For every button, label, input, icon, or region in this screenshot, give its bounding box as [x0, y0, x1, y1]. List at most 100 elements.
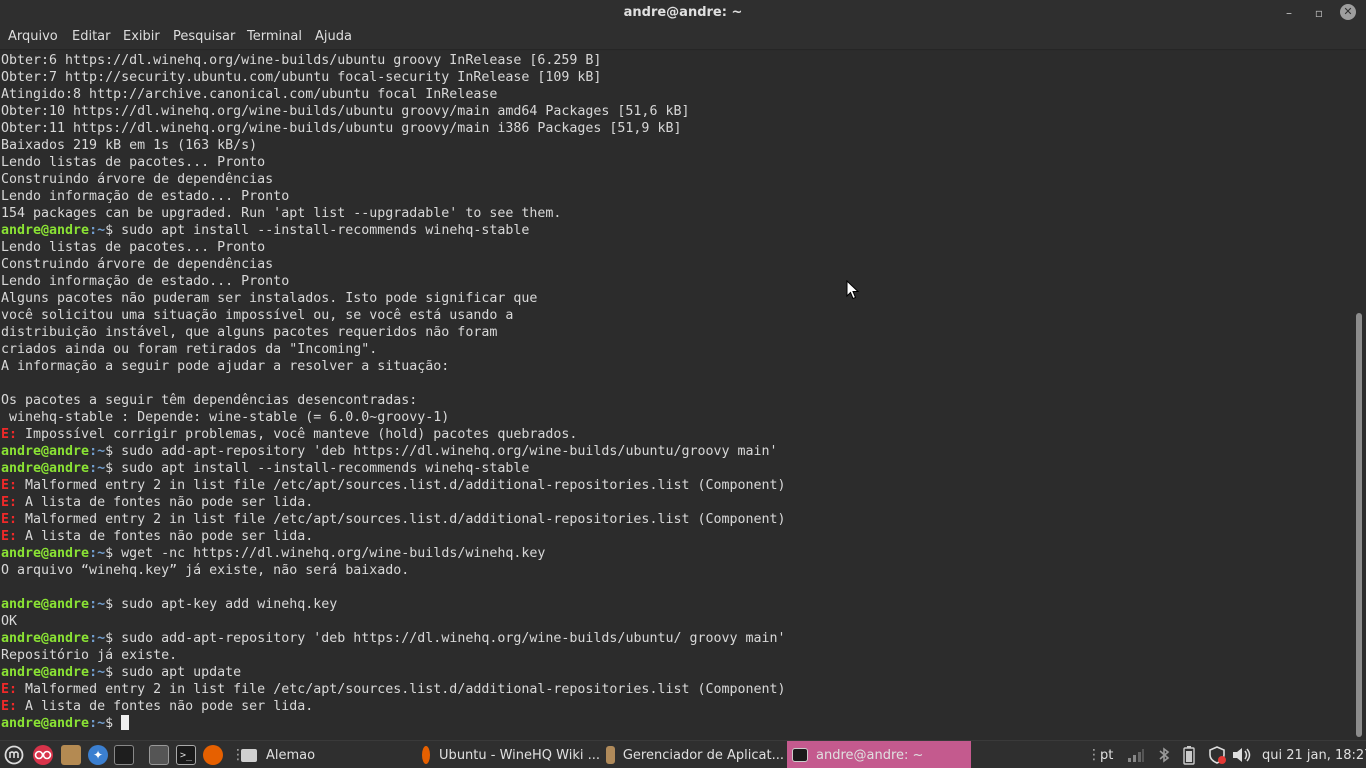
mouse-pointer-icon: [846, 280, 860, 300]
software-manager-icon: [606, 746, 615, 764]
task-terminal-active[interactable]: andre@andre: ~: [787, 741, 971, 768]
terminal-line: andre@andre:~$ wget -nc https://dl.wineh…: [1, 546, 545, 561]
terminal-output[interactable]: Obter:6 https://dl.winehq.org/wine-build…: [0, 51, 1352, 740]
network-indicator[interactable]: [1127, 744, 1145, 766]
text-cursor: [121, 715, 130, 730]
terminal-line: E: A lista de fontes não pode ser lida.: [1, 529, 313, 544]
command-text: sudo apt install --install-recommends wi…: [113, 461, 530, 476]
terminal-line: andre@andre:~$ sudo add-apt-repository '…: [1, 631, 786, 646]
launcher-terminal[interactable]: [114, 744, 134, 766]
terminal-scrollbar[interactable]: [1352, 51, 1366, 740]
bluetooth-icon: [1159, 747, 1170, 763]
quicklaunch-terminal[interactable]: >_: [176, 744, 196, 766]
launcher-files[interactable]: [61, 744, 81, 766]
maximize-button[interactable]: ▫: [1310, 4, 1328, 22]
folder-icon: [61, 745, 81, 765]
menu-pesquisar[interactable]: Pesquisar: [173, 29, 235, 44]
terminal-line: Construindo árvore de dependências: [1, 257, 274, 272]
terminal-line: distribuição instável, que alguns pacote…: [1, 325, 498, 340]
taskbar-separator: ⋮: [231, 747, 245, 763]
command-text: [113, 716, 121, 731]
prompt-path: :~: [89, 223, 106, 238]
terminal-line: Construindo árvore de dependências: [1, 172, 274, 187]
terminal-icon: >_: [176, 745, 196, 765]
prompt-path: :~: [89, 716, 106, 731]
terminal-line: Atingido:8 http://archive.canonical.com/…: [1, 87, 498, 102]
menu-exibir[interactable]: Exibir: [123, 29, 160, 44]
firefox-icon: [203, 745, 223, 765]
command-text: sudo apt update: [113, 665, 242, 680]
terminal-line: A informação a seguir pode ajudar a reso…: [1, 359, 450, 374]
window-titlebar[interactable]: andre@andre: ~ – ▫ ✕: [0, 0, 1366, 26]
window-title: andre@andre: ~: [623, 5, 743, 20]
error-prefix: E:: [1, 427, 18, 442]
menu-terminal[interactable]: Terminal: [247, 29, 302, 44]
prompt-user: andre@andre: [1, 461, 90, 476]
prompt-symbol: $: [105, 546, 114, 561]
terminal-line: andre@andre:~$ sudo apt install --instal…: [1, 461, 529, 476]
close-button[interactable]: ✕: [1340, 4, 1356, 20]
start-menu-button[interactable]: [4, 744, 24, 766]
clock-label: qui 21 jan, 18:27: [1262, 747, 1366, 763]
error-text: Impossível corrigir problemas, você mant…: [17, 427, 578, 442]
prompt-path: :~: [89, 597, 106, 612]
firefox-icon: [422, 746, 431, 764]
terminal-line: andre@andre:~$: [1, 715, 130, 731]
terminal-line: você solicitou uma situação impossível o…: [1, 308, 514, 323]
error-prefix: E:: [1, 512, 18, 527]
update-manager-indicator[interactable]: [1207, 744, 1227, 766]
terminal-line: E: Malformed entry 2 in list file /etc/a…: [1, 478, 786, 493]
taskbar: ✦ >_ ⋮ Alemao Ubuntu - WineHQ Wiki ... G…: [0, 740, 1366, 768]
menu-arquivo[interactable]: Arquivo: [8, 29, 58, 44]
task-label: andre@andre: ~: [816, 747, 924, 763]
error-prefix: E:: [1, 682, 18, 697]
prompt-symbol: $: [105, 223, 114, 238]
prompt-symbol: $: [105, 444, 114, 459]
terminal-line: Obter:11 https://dl.winehq.org/wine-buil…: [1, 121, 682, 136]
terminal-line: E: Malformed entry 2 in list file /etc/a…: [1, 682, 786, 697]
terminal-line: Obter:7 http://security.ubuntu.com/ubunt…: [1, 70, 602, 85]
error-text: Malformed entry 2 in list file /etc/apt/…: [17, 478, 786, 493]
tray-separator: ⋮: [1087, 747, 1101, 763]
quicklaunch-firefox[interactable]: [203, 744, 223, 766]
launcher-flickr[interactable]: [33, 744, 53, 766]
terminal-line: Lendo listas de pacotes... Pronto: [1, 240, 266, 255]
task-wine-wiki[interactable]: Ubuntu - WineHQ Wiki ...: [422, 744, 600, 766]
error-prefix: E:: [1, 478, 18, 493]
command-text: wget -nc https://dl.winehq.org/wine-buil…: [113, 546, 546, 561]
terminal-line: Os pacotes a seguir têm dependências des…: [1, 393, 418, 408]
keyboard-layout-indicator[interactable]: pt: [1100, 744, 1113, 766]
error-text: A lista de fontes não pode ser lida.: [17, 495, 314, 510]
show-desktop-button[interactable]: [149, 744, 169, 766]
terminal-line: andre@andre:~$ sudo apt install --instal…: [1, 223, 529, 238]
prompt-symbol: $: [105, 597, 114, 612]
launcher-browser[interactable]: ✦: [88, 744, 108, 766]
terminal-line: winehq-stable : Depende: wine-stable (= …: [1, 410, 450, 425]
terminal-line: andre@andre:~$ sudo apt update: [1, 665, 241, 680]
volume-indicator[interactable]: [1231, 744, 1253, 766]
prompt-path: :~: [89, 665, 106, 680]
task-software-manager[interactable]: Gerenciador de Aplicat...: [606, 744, 784, 766]
battery-indicator[interactable]: [1183, 744, 1195, 766]
prompt-user: andre@andre: [1, 665, 90, 680]
terminal-line: E: Impossível corrigir problemas, você m…: [1, 427, 577, 442]
folder-icon: [241, 748, 257, 762]
terminal-line: OK: [1, 614, 18, 629]
terminal-line: 154 packages can be upgraded. Run 'apt l…: [1, 206, 562, 221]
scrollbar-thumb[interactable]: [1356, 313, 1362, 737]
prompt-path: :~: [89, 631, 106, 646]
keyboard-layout-label: pt: [1100, 747, 1114, 763]
workspace-folder[interactable]: Alemao: [241, 744, 315, 766]
prompt-symbol: $: [105, 665, 114, 680]
menu-ajuda[interactable]: Ajuda: [315, 29, 352, 44]
task-label: Ubuntu - WineHQ Wiki ...: [439, 747, 600, 763]
prompt-path: :~: [89, 461, 106, 476]
menu-editar[interactable]: Editar: [72, 29, 111, 44]
clock[interactable]: qui 21 jan, 18:27: [1262, 744, 1366, 766]
command-text: sudo apt install --install-recommends wi…: [113, 223, 530, 238]
minimize-button[interactable]: –: [1280, 4, 1298, 22]
bluetooth-indicator[interactable]: [1157, 744, 1171, 766]
menu-bar: Arquivo Editar Exibir Pesquisar Terminal…: [0, 26, 1366, 50]
prompt-symbol: $: [105, 461, 114, 476]
error-prefix: E:: [1, 529, 18, 544]
